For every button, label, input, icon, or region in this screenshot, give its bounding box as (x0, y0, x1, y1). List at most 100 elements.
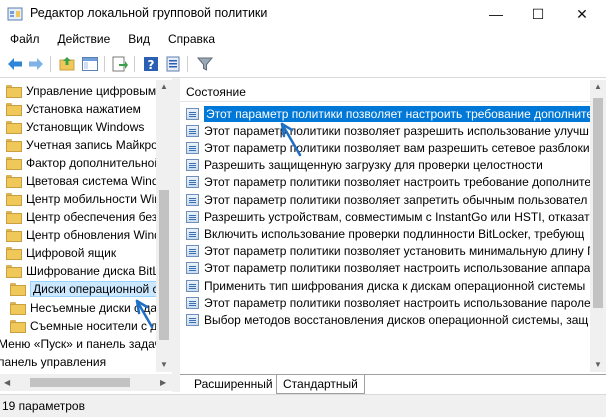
close-icon: ✕ (576, 5, 588, 22)
policy-setting-icon (186, 193, 199, 206)
tab-standard[interactable]: Стандартный (276, 375, 365, 394)
scroll-down-arrow-icon[interactable]: ▼ (594, 360, 602, 369)
tree-item-control-panel[interactable]: панель управления (0, 353, 106, 370)
folder-icon (6, 193, 22, 206)
export-list-icon[interactable] (111, 55, 129, 73)
policy-setting-icon (186, 227, 199, 240)
scroll-up-arrow-icon[interactable]: ▲ (160, 82, 168, 91)
policy-setting-icon (186, 210, 199, 223)
policy-row[interactable]: Выбор методов восстановления дисков опер… (180, 311, 590, 328)
tree-item-fixed-drives[interactable]: Несъемные диски с дан (10, 299, 164, 316)
policy-setting-icon (186, 245, 199, 258)
up-folder-icon[interactable] (58, 55, 76, 73)
filter-icon[interactable] (196, 55, 214, 73)
policy-setting-icon (186, 141, 199, 154)
toolbar-separator (134, 56, 135, 72)
close-button[interactable]: ✕ (560, 0, 604, 28)
tree-item-removable-drives[interactable]: Съемные носители с д (10, 317, 157, 334)
window-title: Редактор локальной групповой политики (30, 6, 268, 20)
menu-action[interactable]: Действие (58, 32, 111, 46)
column-header-state[interactable]: Состояние (180, 80, 590, 102)
back-arrow-icon[interactable] (6, 55, 24, 73)
policy-list: Состояние Этот параметр политики позволя… (180, 80, 606, 372)
tree-item[interactable]: Управление цифровыми п (6, 82, 172, 99)
status-bar: 19 параметров (0, 394, 606, 417)
policy-setting-icon (186, 159, 199, 172)
policy-setting-icon (186, 124, 199, 137)
policy-row[interactable]: Этот параметр политики позволяет разреши… (180, 122, 590, 139)
minimize-button[interactable]: — (474, 0, 518, 28)
policy-row[interactable]: Этот параметр политики позволяет настрои… (180, 105, 590, 122)
folder-icon (10, 320, 26, 333)
pane-splitter[interactable] (172, 78, 180, 392)
scroll-right-arrow-icon[interactable]: ▶ (160, 378, 166, 387)
policy-row[interactable]: Применить тип шифрования диска к дискам … (180, 277, 590, 294)
tree-item[interactable]: Установка нажатием (6, 100, 141, 117)
folder-icon (6, 157, 22, 170)
policy-setting-icon (186, 107, 199, 120)
toolbar-separator (104, 56, 105, 72)
policy-row[interactable]: Этот параметр политики позволяет вам раз… (180, 139, 590, 156)
policy-row[interactable]: Разрешить устройствам, совместимым с Ins… (180, 208, 590, 225)
policy-row[interactable]: Этот параметр политики позволяет установ… (180, 243, 590, 260)
policy-row[interactable]: Этот параметр политики позволяет настрои… (180, 174, 590, 191)
policy-setting-icon (186, 296, 199, 309)
menu-bar: Файл Действие Вид Справка (0, 28, 606, 50)
scrollbar-thumb[interactable] (30, 378, 130, 387)
view-tabs: Расширенный Стандартный (180, 374, 606, 394)
tree-item[interactable]: Фактор дополнительной п (6, 154, 171, 171)
folder-open-icon (6, 265, 22, 278)
tree-item[interactable]: Цифровой ящик (6, 244, 116, 261)
svg-text:?: ? (148, 58, 155, 72)
policy-row[interactable]: Включить использование проверки подлинно… (180, 225, 590, 242)
tree-item[interactable]: Учетная запись Майкросо (6, 136, 171, 153)
scroll-left-arrow-icon[interactable]: ◀ (4, 378, 10, 387)
maximize-button[interactable]: ☐ (516, 0, 560, 28)
folder-icon (6, 211, 22, 224)
properties-icon[interactable] (164, 55, 182, 73)
tree-item[interactable]: Цветовая система Window (6, 172, 172, 189)
policy-row[interactable]: Этот параметр политики позволяет настрои… (180, 294, 590, 311)
scrollbar-thumb[interactable] (593, 98, 603, 308)
folder-icon (10, 302, 26, 315)
toolbar: ? (0, 50, 606, 78)
policy-setting-icon (186, 279, 199, 292)
tree-item[interactable]: Центр обеспечения безоп (6, 208, 170, 225)
navigation-tree: Управление цифровыми п Установка нажатие… (0, 80, 172, 392)
folder-icon (6, 139, 22, 152)
policy-setting-icon (186, 262, 199, 275)
tree-item-os-drives[interactable]: Диски операционной с (10, 280, 162, 297)
tree-item[interactable]: Установщик Windows (6, 118, 144, 135)
list-vertical-scrollbar[interactable]: ▲ ▼ (590, 80, 606, 372)
toolbar-separator (50, 56, 51, 72)
menu-help[interactable]: Справка (168, 32, 215, 46)
folder-icon (6, 103, 22, 116)
folder-icon (10, 283, 26, 296)
policy-row[interactable]: Этот параметр политики позволяет настрои… (180, 260, 590, 277)
policy-row[interactable]: Разрешить защищенную загрузку для провер… (180, 157, 590, 174)
tree-item-bitlocker[interactable]: Шифрование диска BitLock (6, 262, 172, 279)
forward-arrow-icon[interactable] (27, 55, 45, 73)
show-hide-tree-icon[interactable] (81, 55, 99, 73)
menu-view[interactable]: Вид (128, 32, 150, 46)
title-bar: Редактор локальной групповой политики — … (0, 0, 606, 28)
group-policy-app-icon (7, 7, 23, 21)
status-text: 19 параметров (2, 399, 85, 413)
tab-extended[interactable]: Расширенный (188, 375, 279, 394)
policy-setting-icon (186, 313, 199, 326)
maximize-icon: ☐ (531, 5, 545, 22)
policy-row[interactable]: Этот параметр политики позволяет запрети… (180, 191, 590, 208)
help-icon[interactable]: ? (142, 55, 160, 73)
scroll-down-arrow-icon[interactable]: ▼ (160, 360, 168, 369)
minimize-icon: — (489, 6, 503, 22)
scroll-up-arrow-icon[interactable]: ▲ (594, 82, 602, 91)
tree-item-start-menu[interactable]: Меню «Пуск» и панель задач (0, 335, 161, 352)
menu-file[interactable]: Файл (10, 32, 40, 46)
folder-icon (6, 247, 22, 260)
folder-icon (6, 175, 22, 188)
tree-vertical-scrollbar[interactable]: ▲ ▼ (156, 80, 172, 372)
tree-item[interactable]: Центр обновления Window (6, 226, 172, 243)
scrollbar-thumb[interactable] (159, 190, 169, 340)
tree-item[interactable]: Центр мобильности Windo (6, 190, 172, 207)
tree-horizontal-scrollbar[interactable]: ◀ ▶ (0, 374, 172, 391)
